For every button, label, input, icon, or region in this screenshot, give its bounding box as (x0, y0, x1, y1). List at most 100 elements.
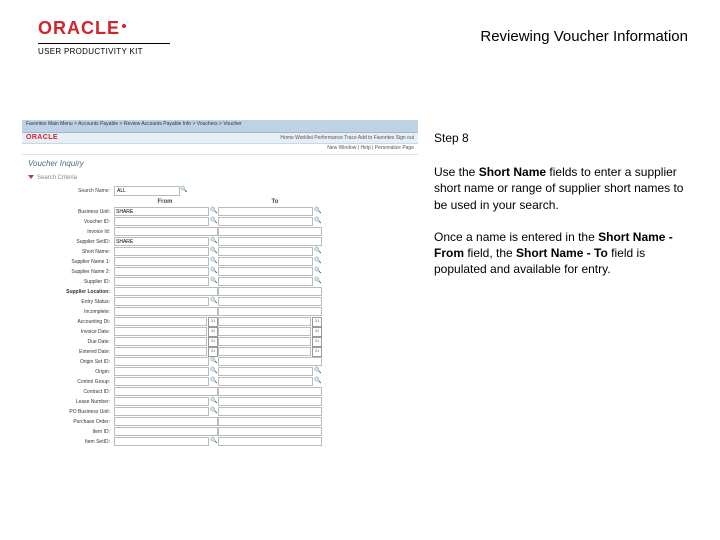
field-input-to[interactable] (218, 377, 313, 386)
field-input-from[interactable] (114, 207, 209, 216)
column-headers: From To (110, 199, 408, 206)
field-input-from[interactable] (114, 247, 209, 256)
field-input-from[interactable] (114, 317, 207, 326)
search-name-label: Search Name: (32, 188, 114, 194)
lookup-icon[interactable]: 🔍 (210, 268, 218, 276)
lookup-icon[interactable]: 🔍 (210, 278, 218, 286)
lookup-icon[interactable]: 🔍 (210, 248, 218, 256)
search-name-row: Search Name: 🔍 (32, 186, 408, 196)
lookup-icon[interactable]: 🔍 (314, 378, 322, 386)
field-input-to[interactable] (218, 267, 313, 276)
field-input-to[interactable] (218, 277, 313, 286)
field-input-to[interactable] (218, 297, 322, 306)
field-input-from[interactable] (114, 437, 209, 446)
lookup-icon[interactable]: 🔍 (210, 398, 218, 406)
lookup-icon[interactable]: 🔍 (210, 368, 218, 376)
field-label: Supplier Location: (32, 289, 114, 295)
logo-text: ORACLE (38, 18, 120, 38)
field-input-from[interactable] (114, 417, 218, 426)
calendar-icon[interactable]: 31 (208, 327, 218, 337)
field-input-from[interactable] (114, 277, 209, 286)
field-label: Item SetID: (32, 439, 114, 445)
lookup-icon[interactable]: 🔍 (314, 218, 322, 226)
field-input-to[interactable] (218, 257, 313, 266)
field-input-to[interactable] (218, 317, 311, 326)
lookup-icon[interactable]: 🔍 (210, 438, 218, 446)
field-input-to[interactable] (218, 237, 322, 246)
field-input-to[interactable] (218, 357, 322, 366)
field-input-to[interactable] (218, 227, 322, 236)
lookup-icon[interactable]: 🔍 (210, 358, 218, 366)
lookup-icon[interactable]: 🔍 (210, 378, 218, 386)
field-input-from[interactable] (114, 387, 218, 396)
field-input-from[interactable] (114, 327, 207, 336)
field-input-from[interactable] (114, 357, 209, 366)
field-input-from[interactable] (114, 377, 209, 386)
field-input-to[interactable] (218, 307, 322, 316)
field-input-to[interactable] (218, 287, 322, 296)
field-input-from[interactable] (114, 237, 209, 246)
field-input-to[interactable] (218, 347, 311, 356)
form-row: Origin:🔍🔍 (32, 367, 408, 377)
field-input-from[interactable] (114, 257, 209, 266)
calendar-icon[interactable]: 31 (208, 347, 218, 357)
calendar-icon[interactable]: 31 (208, 337, 218, 347)
field-input-to[interactable] (218, 397, 322, 406)
field-input-to[interactable] (218, 207, 313, 216)
lookup-icon[interactable]: 🔍 (314, 258, 322, 266)
field-input-to[interactable] (218, 417, 322, 426)
field-input-from[interactable] (114, 297, 209, 306)
field-input-from[interactable] (114, 307, 218, 316)
field-input-from[interactable] (114, 267, 209, 276)
field-input-to[interactable] (218, 407, 322, 416)
lookup-icon[interactable]: 🔍 (210, 208, 218, 216)
field-label: Purchase Order: (32, 419, 114, 425)
calendar-icon[interactable]: 31 (208, 317, 218, 327)
lookup-icon[interactable]: 🔍 (210, 408, 218, 416)
field-input-from[interactable] (114, 427, 218, 436)
lookup-icon[interactable]: 🔍 (314, 278, 322, 286)
field-input-to[interactable] (218, 337, 311, 346)
form-row: Lease Number:🔍 (32, 397, 408, 407)
field-input-to[interactable] (218, 327, 311, 336)
field-input-from[interactable] (114, 347, 207, 356)
field-input-from[interactable] (114, 407, 209, 416)
form-row: Supplier ID:🔍🔍 (32, 277, 408, 287)
field-input-from[interactable] (114, 367, 209, 376)
lookup-icon[interactable]: 🔍 (314, 208, 322, 216)
field-label: Invoice Date: (32, 329, 114, 335)
form-row: Supplier Name 1:🔍🔍 (32, 257, 408, 267)
collapse-icon (28, 175, 34, 179)
field-input-from[interactable] (114, 217, 209, 226)
brand-logo: ORACLE USER PRODUCTIVITY KIT (38, 18, 170, 56)
form-row: Entry Status:🔍 (32, 297, 408, 307)
field-input-to[interactable] (218, 427, 322, 436)
calendar-icon[interactable]: 31 (312, 337, 322, 347)
page-title: Reviewing Voucher Information (480, 28, 688, 45)
lookup-icon[interactable]: 🔍 (210, 258, 218, 266)
field-input-to[interactable] (218, 367, 313, 376)
lookup-icon[interactable]: 🔍 (210, 218, 218, 226)
field-input-from[interactable] (114, 287, 218, 296)
calendar-icon[interactable]: 31 (312, 317, 322, 327)
field-input-to[interactable] (218, 247, 313, 256)
field-label: Incomplete: (32, 309, 114, 315)
search-name-input[interactable] (114, 186, 180, 196)
calendar-icon[interactable]: 31 (312, 347, 322, 357)
field-input-from[interactable] (114, 397, 209, 406)
field-label: Control Group: (32, 379, 114, 385)
lookup-icon[interactable]: 🔍 (314, 368, 322, 376)
lookup-icon[interactable]: 🔍 (314, 268, 322, 276)
field-input-from[interactable] (114, 227, 218, 236)
calendar-icon[interactable]: 31 (312, 327, 322, 337)
form-row: Item SetID: 🔍 (32, 437, 408, 447)
field-input-to[interactable] (218, 387, 322, 396)
field-input-to[interactable] (218, 437, 322, 446)
field-input-from[interactable] (114, 337, 207, 346)
field-input-to[interactable] (218, 217, 313, 226)
lookup-icon[interactable]: 🔍 (210, 238, 218, 246)
instruction-p1: Use the Short Name fields to enter a sup… (434, 164, 688, 213)
lookup-icon[interactable]: 🔍 (314, 248, 322, 256)
lookup-icon[interactable]: 🔍 (180, 187, 187, 194)
lookup-icon[interactable]: 🔍 (210, 298, 218, 306)
